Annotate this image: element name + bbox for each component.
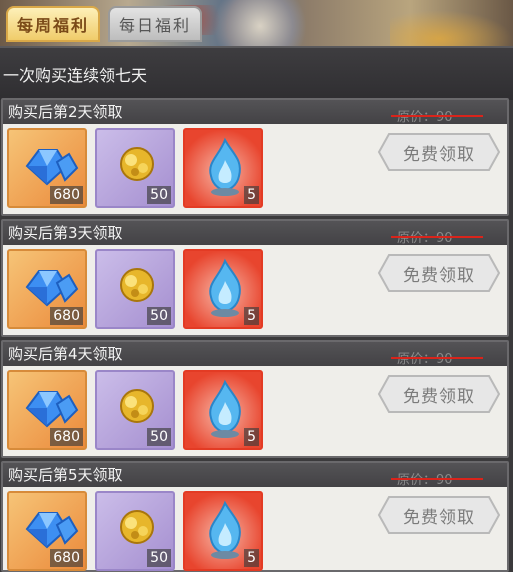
reward-item-gold[interactable]: 50 [95,128,175,208]
reward-item-gold[interactable]: 50 [95,491,175,571]
reward-item-diamond[interactable]: 680 [7,370,87,450]
reward-item-diamond[interactable]: 680 [7,491,87,571]
free-claim-button[interactable]: 免费领取 [377,495,501,535]
reward-card: 购买后第5天领取 680 50 5 原价：90 免费领取 [1,461,509,572]
reward-item-flame[interactable]: 5 [183,249,263,329]
price-strikethrough [391,357,483,359]
gold-ore-icon [120,268,154,302]
gold-ore-icon [120,147,154,181]
button-label: 免费领取 [403,386,475,407]
price-strikethrough [391,115,483,117]
item-count: 680 [50,307,83,325]
item-count: 5 [244,549,259,567]
reward-item-diamond[interactable]: 680 [7,249,87,329]
reward-card: 购买后第4天领取 680 50 5 原价：90 免费领取 [1,340,509,458]
header-text: 一次购买连续领七天 [3,66,148,85]
tab-weekly-benefits[interactable]: 每周福利 [6,6,100,42]
blue-diamond-icon [25,149,79,186]
free-claim-button[interactable]: 免费领取 [377,374,501,414]
item-count: 50 [147,186,171,204]
item-count: 50 [147,549,171,567]
price-strikethrough [391,478,483,480]
item-count: 5 [244,186,259,204]
price-strikethrough [391,236,483,238]
blue-diamond-icon [25,391,79,428]
reward-item-flame[interactable]: 5 [183,491,263,571]
free-claim-button[interactable]: 免费领取 [377,253,501,293]
item-count: 680 [50,549,83,567]
button-label: 免费领取 [403,265,475,286]
item-count: 5 [244,428,259,446]
tab-daily-benefits[interactable]: 每日福利 [108,6,202,42]
blue-diamond-icon [25,270,79,307]
reward-card: 购买后第3天领取 680 50 5 原价：90 免费领取 [1,219,509,337]
item-count: 680 [50,186,83,204]
reward-card: 购买后第2天领取 680 50 5 原价：90 免费领取 [1,98,509,216]
reward-item-gold[interactable]: 50 [95,370,175,450]
reward-item-flame[interactable]: 5 [183,128,263,208]
item-count: 5 [244,307,259,325]
blue-diamond-icon [25,512,79,549]
button-label: 免费领取 [403,144,475,165]
reward-item-diamond[interactable]: 680 [7,128,87,208]
button-label: 免费领取 [403,507,475,528]
item-count: 50 [147,428,171,446]
free-claim-button[interactable]: 免费领取 [377,132,501,172]
item-count: 680 [50,428,83,446]
item-count: 50 [147,307,171,325]
gold-ore-icon [120,510,154,544]
gold-ore-icon [120,389,154,423]
header-strip: 一次购买连续领七天 [0,46,513,100]
reward-item-gold[interactable]: 50 [95,249,175,329]
reward-item-flame[interactable]: 5 [183,370,263,450]
